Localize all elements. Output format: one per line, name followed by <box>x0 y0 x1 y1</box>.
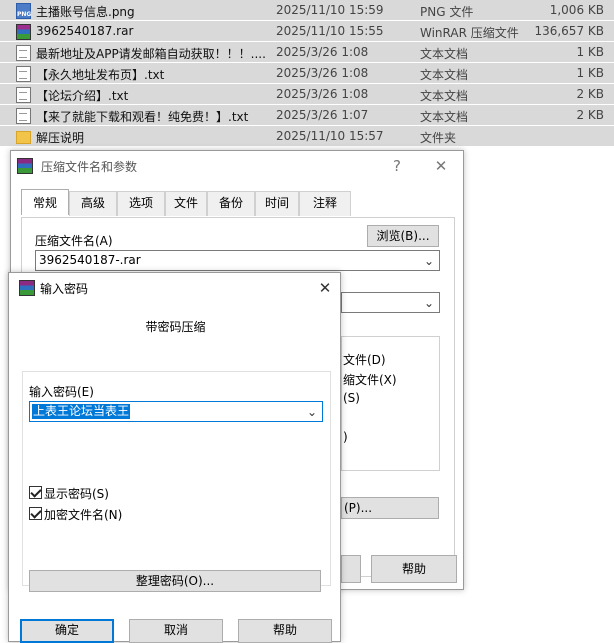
file-name: 【论坛介绍】.txt <box>36 89 129 103</box>
archive-name-label: 压缩文件名(A) <box>35 234 113 248</box>
file-date: 2025/11/10 15:55 <box>276 24 384 38</box>
file-type: 文本文档 <box>420 110 469 124</box>
option-partial-1[interactable]: 文件(D) <box>343 351 386 368</box>
file-name: 最新地址及APP请发邮箱自动获取！！！.... <box>36 47 266 61</box>
tab-options[interactable]: 选项 <box>117 191 165 216</box>
png-file-icon: PNG <box>16 3 31 19</box>
option-partial-3[interactable]: (S) <box>343 391 360 405</box>
archive-help-button[interactable]: 帮助 <box>371 555 457 583</box>
folder-icon <box>16 131 31 144</box>
file-row[interactable]: 解压说明 2025/11/10 15:57 文件夹 <box>0 126 614 147</box>
file-date: 2025/11/10 15:59 <box>276 3 384 17</box>
tab-comment[interactable]: 注释 <box>299 191 351 216</box>
winrar-icon <box>19 280 35 296</box>
file-name: 【来了就能下载和观看！纯免费！】.txt <box>36 110 249 124</box>
help-icon[interactable]: ? <box>387 156 407 176</box>
password-help-button[interactable]: 帮助 <box>238 619 332 643</box>
file-date: 2025/3/26 1:08 <box>276 66 369 80</box>
file-type: 文本文档 <box>420 68 469 82</box>
archive-dialog-title: 压缩文件名和参数 <box>41 160 138 174</box>
password-heading: 带密码压缩 <box>145 320 206 334</box>
password-input[interactable]: 上表王论坛当表王 ⌄ <box>29 401 323 422</box>
file-name: 【永久地址发布页】.txt <box>36 68 165 82</box>
organize-passwords-button[interactable]: 整理密码(O)... <box>29 570 321 592</box>
encrypt-names-label[interactable]: 加密文件名(N) <box>44 506 122 523</box>
password-value: 上表王论坛当表王 <box>32 404 131 419</box>
encrypt-names-checkbox[interactable] <box>29 507 42 520</box>
text-file-icon <box>16 87 31 103</box>
chevron-down-icon[interactable]: ⌄ <box>305 403 319 421</box>
file-size: 2 KB <box>576 87 604 101</box>
set-password-button[interactable]: (P)... <box>341 497 439 519</box>
tab-backup[interactable]: 备份 <box>207 191 255 216</box>
rar-file-icon <box>16 24 31 40</box>
file-row[interactable]: 3962540187.rar 2025/11/10 15:55 WinRAR 压缩文… <box>0 21 614 42</box>
file-list: PNG 主播账号信息.png 2025/11/10 15:59 PNG 文件 1,006… <box>0 0 614 152</box>
option-partial-2[interactable]: 缩文件(X) <box>343 371 397 388</box>
ok-button[interactable]: 确定 <box>20 619 114 643</box>
text-file-icon <box>16 108 31 124</box>
file-size: 1 KB <box>576 45 604 59</box>
password-dialog-title: 输入密码 <box>40 282 89 296</box>
format-select[interactable]: ⌄ <box>341 292 440 313</box>
browse-button[interactable]: 浏览(B)... <box>367 225 439 247</box>
cancel-button[interactable]: 取消 <box>129 619 223 643</box>
show-password-label[interactable]: 显示密码(S) <box>44 485 109 502</box>
show-password-checkbox[interactable] <box>29 486 42 499</box>
tab-general[interactable]: 常规 <box>21 189 69 215</box>
file-name: 解压说明 <box>36 131 85 145</box>
password-dialog: 输入密码 ✕ 带密码压缩 输入密码(E) 上表王论坛当表王 ⌄ 显示密码(S) … <box>8 272 341 643</box>
file-size: 2 KB <box>576 108 604 122</box>
password-dialog-titlebar[interactable]: 输入密码 ✕ <box>9 273 340 303</box>
archive-name-input[interactable]: 3962540187-.rar ⌄ <box>35 250 440 271</box>
tab-advanced[interactable]: 高级 <box>69 191 117 216</box>
file-size: 1 KB <box>576 66 604 80</box>
chevron-down-icon[interactable]: ⌄ <box>422 294 436 312</box>
file-type: PNG 文件 <box>420 5 474 19</box>
file-date: 2025/3/26 1:07 <box>276 108 369 122</box>
close-icon[interactable]: ✕ <box>431 156 451 176</box>
password-label: 输入密码(E) <box>29 385 94 399</box>
file-size: 1,006 KB <box>549 3 604 17</box>
file-type: 文本文档 <box>420 89 469 103</box>
archive-name-value: 3962540187-.rar <box>39 253 141 267</box>
file-type: 文本文档 <box>420 47 469 61</box>
file-size: 136,657 KB <box>534 24 604 38</box>
file-row[interactable]: 【永久地址发布页】.txt 2025/3/26 1:08 文本文档 1 KB <box>0 63 614 84</box>
file-row[interactable]: 最新地址及APP请发邮箱自动获取！！！.... 2025/3/26 1:08 文本文… <box>0 42 614 63</box>
text-file-icon <box>16 66 31 82</box>
file-row[interactable]: 【来了就能下载和观看！纯免费！】.txt 2025/3/26 1:07 文本文档 2 … <box>0 105 614 126</box>
text-file-icon <box>16 45 31 61</box>
file-date: 2025/11/10 15:57 <box>276 129 384 143</box>
winrar-icon <box>17 158 33 174</box>
close-icon[interactable]: ✕ <box>315 278 335 298</box>
ok-button-partial[interactable] <box>341 555 361 583</box>
tab-time[interactable]: 时间 <box>255 191 299 216</box>
file-row[interactable]: PNG 主播账号信息.png 2025/11/10 15:59 PNG 文件 1,006… <box>0 0 614 21</box>
file-date: 2025/3/26 1:08 <box>276 87 369 101</box>
chevron-down-icon[interactable]: ⌄ <box>422 252 436 270</box>
option-partial-4[interactable]: ) <box>343 430 348 444</box>
file-type: 文件夹 <box>420 131 457 145</box>
archive-dialog-titlebar[interactable]: 压缩文件名和参数 ? ✕ <box>11 151 463 181</box>
file-date: 2025/3/26 1:08 <box>276 45 369 59</box>
file-name: 主播账号信息.png <box>36 5 135 19</box>
tab-files[interactable]: 文件 <box>165 191 207 216</box>
file-name: 3962540187.rar <box>36 24 134 38</box>
file-row[interactable]: 【论坛介绍】.txt 2025/3/26 1:08 文本文档 2 KB <box>0 84 614 105</box>
